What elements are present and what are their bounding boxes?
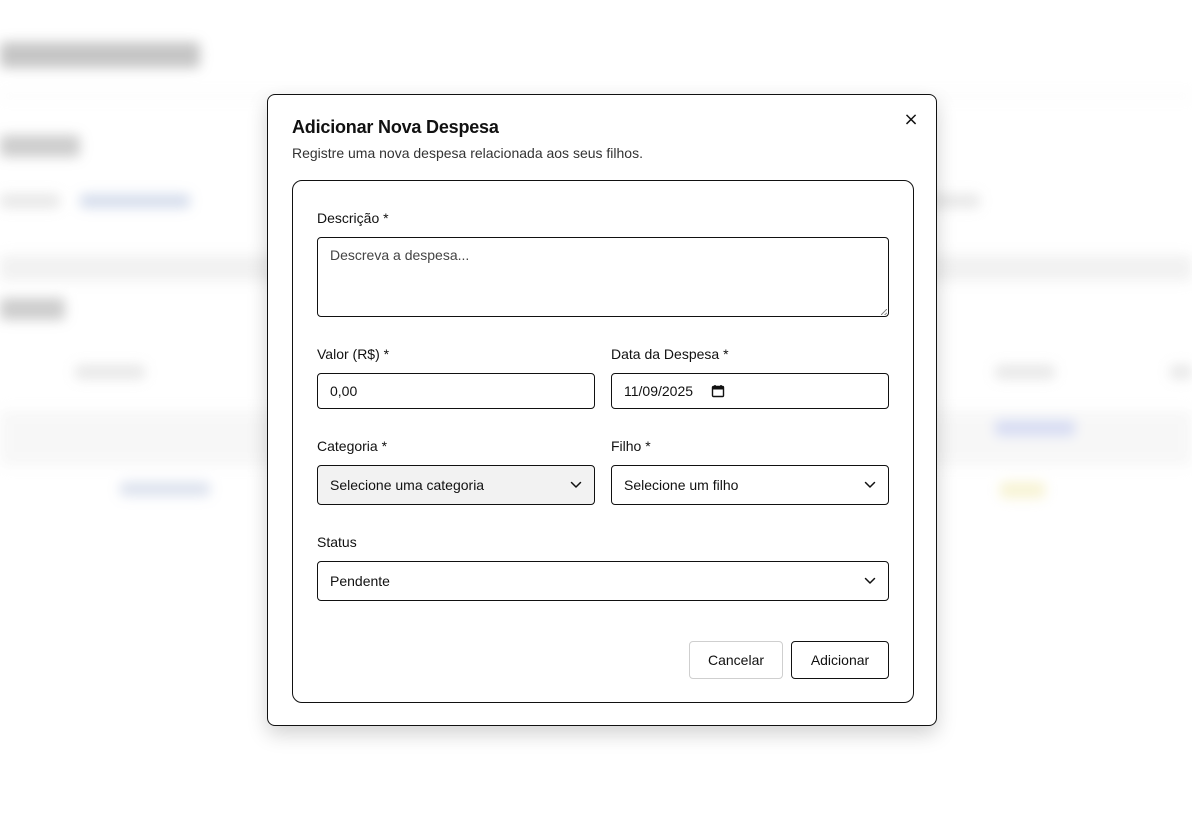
cancel-button[interactable]: Cancelar [689, 641, 783, 679]
calendar-icon[interactable] [711, 384, 725, 398]
child-select[interactable]: Selecione um filho [611, 465, 889, 505]
add-button[interactable]: Adicionar [791, 641, 889, 679]
close-button[interactable]: × [900, 109, 922, 131]
category-select[interactable]: Selecione uma categoria [317, 465, 595, 505]
close-icon: × [903, 109, 919, 130]
expense-form: Descrição * Valor (R$) * 0,00 Data da De… [292, 180, 914, 703]
chevron-down-icon [570, 481, 582, 488]
child-label: Filho * [611, 438, 651, 454]
status-label: Status [317, 534, 357, 550]
chevron-down-icon [864, 577, 876, 584]
category-selected-value: Selecione uma categoria [330, 477, 485, 493]
amount-label: Valor (R$) * [317, 346, 390, 362]
amount-input[interactable]: 0,00 [317, 373, 595, 409]
date-value: 11/09/2025 [624, 383, 694, 399]
dialog-title: Adicionar Nova Despesa [292, 117, 499, 137]
date-input[interactable]: 11/09/2025 [611, 373, 889, 409]
date-label: Data da Despesa * [611, 346, 729, 362]
add-expense-dialog: Adicionar Nova Despesa Registre uma nova… [267, 94, 937, 726]
status-selected-value: Pendente [330, 573, 390, 589]
resize-grip-icon[interactable] [881, 309, 887, 315]
amount-value: 0,00 [330, 383, 358, 399]
chevron-down-icon [864, 481, 876, 488]
description-label: Descrição * [317, 210, 389, 226]
dialog-description: Registre uma nova despesa relacionada ao… [292, 145, 643, 161]
child-selected-value: Selecione um filho [624, 477, 739, 493]
status-select[interactable]: Pendente [317, 561, 889, 601]
description-input[interactable] [317, 237, 889, 317]
category-label: Categoria * [317, 438, 388, 454]
